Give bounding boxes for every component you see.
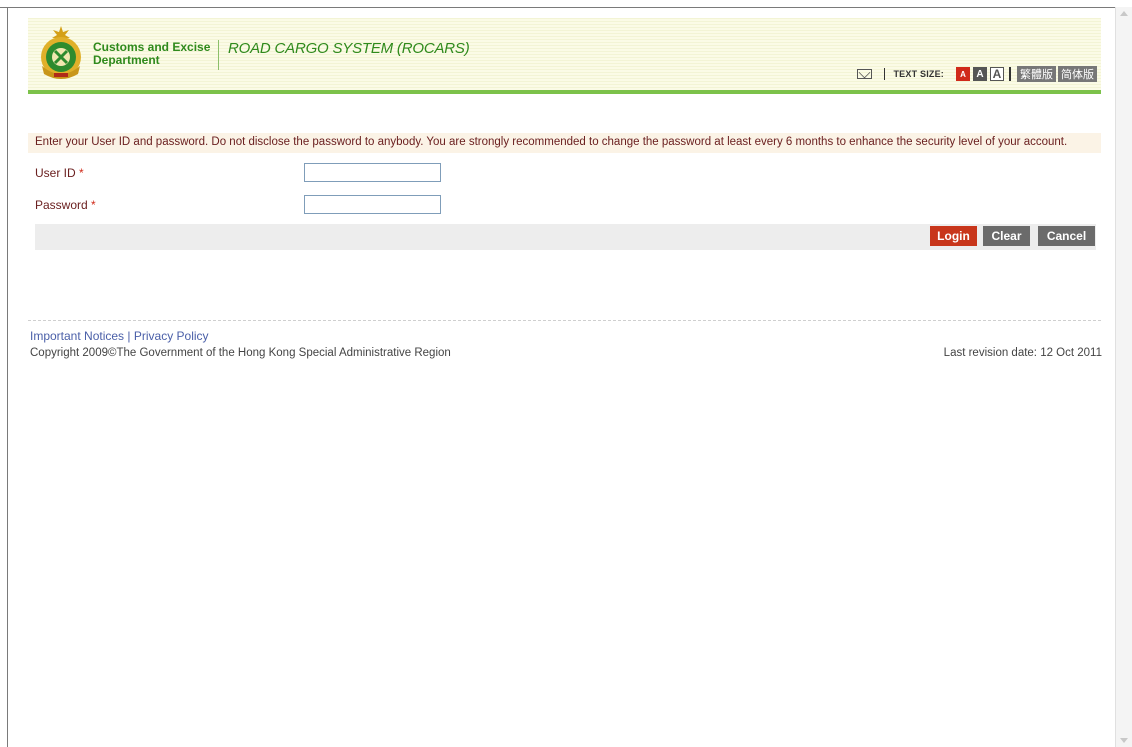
privacy-policy-link[interactable]: Privacy Policy [134,329,209,343]
window-top-border [0,0,1132,8]
login-notice: Enter your User ID and password. Do not … [28,133,1101,153]
revision-date: Last revision date: 12 Oct 2011 [943,347,1102,359]
password-label-text: Password [35,198,88,212]
user-id-label-text: User ID [35,166,76,180]
vertical-scrollbar[interactable] [1115,7,1132,747]
important-notices-link[interactable]: Important Notices [30,329,124,343]
password-input[interactable] [304,195,441,214]
simplified-chinese-button[interactable]: 简体版 [1058,66,1097,82]
clear-button[interactable]: Clear [983,226,1030,246]
header-divider [218,40,219,70]
text-size-small-button[interactable]: A [956,67,970,81]
scroll-up-icon[interactable] [1120,11,1128,16]
mail-icon[interactable] [857,69,873,79]
header-tools: TEXT SIZE: A A A 繁體版 简体版 [857,65,1097,83]
user-id-input[interactable] [304,163,441,182]
login-button[interactable]: Login [930,226,977,246]
footer-links: Important Notices | Privacy Policy [30,329,209,343]
user-id-label: User ID * [35,166,84,180]
lang-separator [1009,67,1011,81]
text-size-large-button[interactable]: A [990,67,1004,81]
tools-separator [884,68,886,80]
traditional-chinese-button[interactable]: 繁體版 [1017,66,1056,82]
password-label: Password * [35,198,96,212]
action-bar: Login Clear Cancel [35,224,1096,250]
footer-link-separator: | [127,329,131,343]
scroll-down-icon[interactable] [1120,738,1128,743]
page-header: Customs and Excise Department ROAD CARGO… [28,18,1101,90]
required-marker: * [91,198,96,212]
customs-emblem-icon [41,26,81,79]
footer-divider [28,320,1101,321]
text-size-label: TEXT SIZE: [893,69,944,79]
cancel-button[interactable]: Cancel [1038,226,1095,246]
text-size-medium-button[interactable]: A [973,67,987,81]
system-title: ROAD CARGO SYSTEM (ROCARS) [228,40,470,57]
required-marker: * [79,166,84,180]
copyright-text: Copyright 2009©The Government of the Hon… [30,347,451,359]
header-green-bar [28,90,1101,94]
window-left-border [7,7,8,747]
department-name: Customs and Excise Department [93,40,211,67]
